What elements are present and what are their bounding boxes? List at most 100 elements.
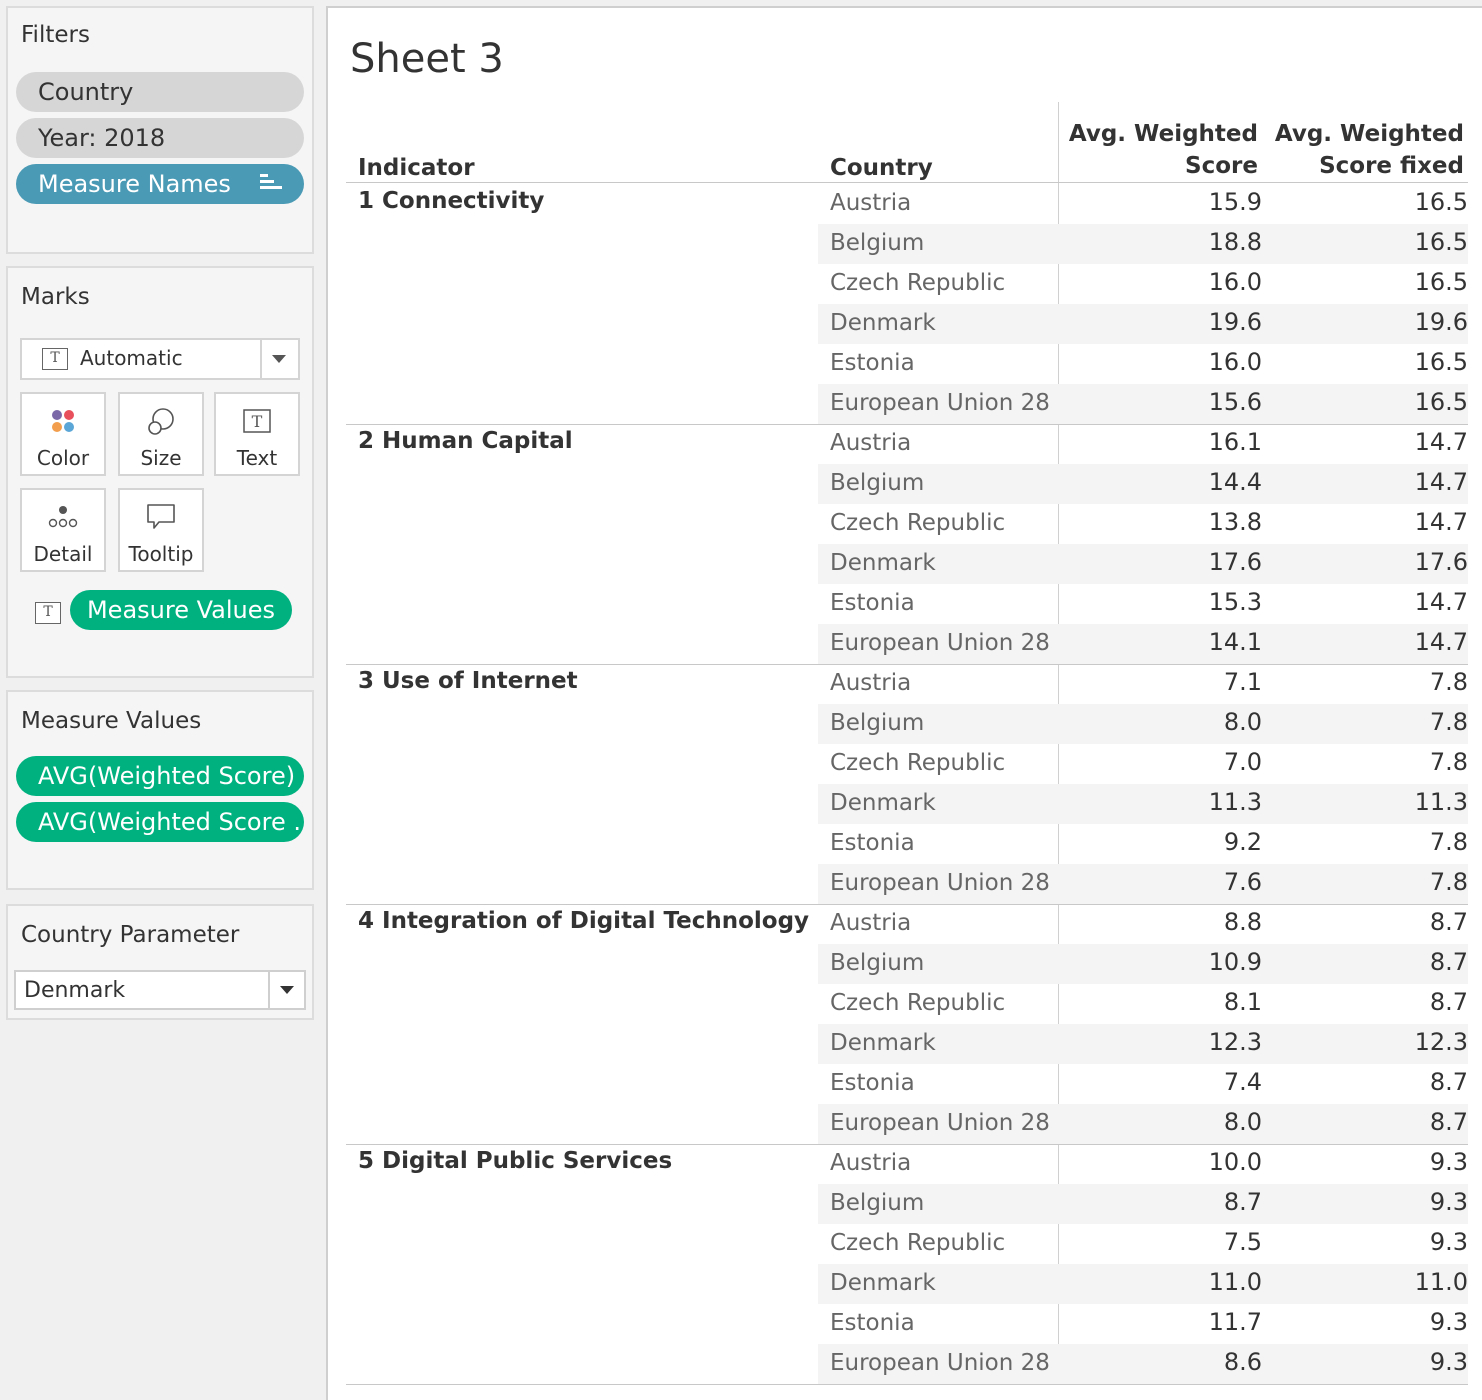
weighted-score-fixed-cell: 8.7 <box>1429 908 1468 936</box>
group-divider <box>346 1384 1468 1385</box>
tooltip-label: Tooltip <box>128 542 194 566</box>
table-row[interactable]: Austria 8.8 8.7 <box>818 904 1468 944</box>
weighted-score-fixed-cell: 7.8 <box>1429 708 1468 736</box>
tooltip-icon <box>147 504 175 529</box>
country-cell: Austria <box>830 1150 912 1176</box>
measure-pill-weighted-score-fixed[interactable]: AVG(Weighted Score .. <box>16 802 304 842</box>
filters-shelf: Filters Country Year: 2018 Measure Names <box>6 6 314 254</box>
indicator-label[interactable]: 1 Connectivity <box>358 188 544 214</box>
color-button[interactable]: Color <box>20 392 106 476</box>
header-line: Score <box>1185 153 1258 179</box>
weighted-score-cell: 11.3 <box>1208 788 1262 816</box>
weighted-score-fixed-cell: 16.5 <box>1414 188 1468 216</box>
text-button[interactable]: T Text <box>214 392 300 476</box>
table-row[interactable]: Austria 7.1 7.8 <box>818 664 1468 704</box>
weighted-score-cell: 8.8 <box>1223 908 1262 936</box>
filter-pill-measure-names[interactable]: Measure Names <box>16 164 304 204</box>
weighted-score-cell: 7.1 <box>1223 668 1262 696</box>
weighted-score-fixed-cell: 9.3 <box>1429 1348 1468 1376</box>
country-cell: Estonia <box>830 830 915 856</box>
table-row[interactable]: Czech Republic 7.5 9.3 <box>818 1224 1468 1264</box>
country-cell: Austria <box>830 910 912 936</box>
tooltip-button[interactable]: Tooltip <box>118 488 204 572</box>
weighted-score-cell: 12.3 <box>1208 1028 1262 1056</box>
table-row[interactable]: Estonia 16.0 16.5 <box>818 344 1468 384</box>
weighted-score-cell: 19.6 <box>1208 308 1262 336</box>
table-row[interactable]: Denmark 12.3 12.3 <box>818 1024 1468 1064</box>
table-row[interactable]: Belgium 10.9 8.7 <box>818 944 1468 984</box>
detail-label: Detail <box>33 542 93 566</box>
country-cell: European Union 28 <box>830 1110 1050 1136</box>
size-button[interactable]: Size <box>118 392 204 476</box>
weighted-score-cell: 11.7 <box>1208 1308 1262 1336</box>
table-row[interactable]: European Union 28 8.6 9.3 <box>818 1344 1468 1384</box>
select-divider <box>268 972 270 1008</box>
header-line: Avg. Weighted <box>1068 121 1258 147</box>
filters-title: Filters <box>21 22 90 48</box>
country-parameter-select[interactable]: Denmark <box>14 970 306 1010</box>
table-row[interactable]: Denmark 19.6 19.6 <box>818 304 1468 344</box>
table-row[interactable]: Czech Republic 13.8 14.7 <box>818 504 1468 544</box>
indicator-label[interactable]: 4 Integration of Digital Technology <box>358 908 809 934</box>
weighted-score-cell: 17.6 <box>1208 548 1262 576</box>
country-cell: Austria <box>830 670 912 696</box>
table-row[interactable]: European Union 28 15.6 16.5 <box>818 384 1468 424</box>
table-row[interactable]: Denmark 11.3 11.3 <box>818 784 1468 824</box>
sheet-view: Sheet 3 Indicator Country Avg. Weighted … <box>326 6 1482 1400</box>
table-row[interactable]: Estonia 7.4 8.7 <box>818 1064 1468 1104</box>
measure-values-shelf: Measure Values AVG(Weighted Score) AVG(W… <box>6 690 314 890</box>
weighted-score-fixed-cell: 14.7 <box>1414 428 1468 456</box>
table-row[interactable]: European Union 28 8.0 8.7 <box>818 1104 1468 1144</box>
weighted-score-cell: 7.0 <box>1223 748 1262 776</box>
country-cell: Estonia <box>830 590 915 616</box>
indicator-label[interactable]: 3 Use of Internet <box>358 668 578 694</box>
weighted-score-fixed-cell: 7.8 <box>1429 748 1468 776</box>
table-row[interactable]: Czech Republic 8.1 8.7 <box>818 984 1468 1024</box>
header-avg-weighted-score[interactable]: Avg. Weighted Score <box>1069 118 1258 182</box>
table-row[interactable]: Denmark 11.0 11.0 <box>818 1264 1468 1304</box>
table-row[interactable]: Estonia 11.7 9.3 <box>818 1304 1468 1344</box>
table-row[interactable]: Belgium 8.0 7.8 <box>818 704 1468 744</box>
indicator-label[interactable]: 2 Human Capital <box>358 428 573 454</box>
table-row[interactable]: Estonia 9.2 7.8 <box>818 824 1468 864</box>
country-cell: Denmark <box>830 790 936 816</box>
table-row[interactable]: Czech Republic 16.0 16.5 <box>818 264 1468 304</box>
table-row[interactable]: Belgium 18.8 16.5 <box>818 224 1468 264</box>
dropdown-divider <box>260 340 262 378</box>
filter-pill-year[interactable]: Year: 2018 <box>16 118 304 158</box>
weighted-score-fixed-cell: 19.6 <box>1414 308 1468 336</box>
table-row[interactable]: Denmark 17.6 17.6 <box>818 544 1468 584</box>
country-cell: Czech Republic <box>830 750 1006 776</box>
table-row[interactable]: Belgium 8.7 9.3 <box>818 1184 1468 1224</box>
detail-button[interactable]: Detail <box>20 488 106 572</box>
weighted-score-fixed-cell: 9.3 <box>1429 1228 1468 1256</box>
weighted-score-cell: 13.8 <box>1208 508 1262 536</box>
country-cell: Belgium <box>830 230 925 256</box>
table-row[interactable]: European Union 28 14.1 14.7 <box>818 624 1468 664</box>
table-row[interactable]: Estonia 15.3 14.7 <box>818 584 1468 624</box>
weighted-score-fixed-cell: 16.5 <box>1414 268 1468 296</box>
country-cell: Czech Republic <box>830 510 1006 536</box>
weighted-score-cell: 7.5 <box>1223 1228 1262 1256</box>
filter-pill-country[interactable]: Country <box>16 72 304 112</box>
header-avg-weighted-score-fixed[interactable]: Avg. Weighted Score fixed <box>1275 118 1464 182</box>
mark-type-dropdown[interactable]: T Automatic <box>20 338 300 380</box>
country-cell: European Union 28 <box>830 630 1050 656</box>
indicator-label[interactable]: 5 Digital Public Services <box>358 1148 672 1174</box>
table-row[interactable]: Belgium 14.4 14.7 <box>818 464 1468 504</box>
table-row[interactable]: Austria 15.9 16.5 <box>818 184 1468 224</box>
detail-icon <box>48 506 78 528</box>
header-country[interactable]: Country <box>830 152 933 184</box>
country-cell: Denmark <box>830 550 936 576</box>
table-row[interactable]: European Union 28 7.6 7.8 <box>818 864 1468 904</box>
country-cell: Belgium <box>830 470 925 496</box>
table-row[interactable]: Czech Republic 7.0 7.8 <box>818 744 1468 784</box>
measure-pill-weighted-score[interactable]: AVG(Weighted Score) <box>16 756 304 796</box>
weighted-score-fixed-cell: 11.3 <box>1414 788 1468 816</box>
size-icon <box>148 408 174 435</box>
indicator-group: 5 Digital Public Services Austria 10.0 9.3 B… <box>346 1144 1468 1385</box>
table-row[interactable]: Austria 10.0 9.3 <box>818 1144 1468 1184</box>
table-row[interactable]: Austria 16.1 14.7 <box>818 424 1468 464</box>
marks-measure-values-pill[interactable]: Measure Values <box>70 590 292 630</box>
header-indicator[interactable]: Indicator <box>358 152 475 184</box>
